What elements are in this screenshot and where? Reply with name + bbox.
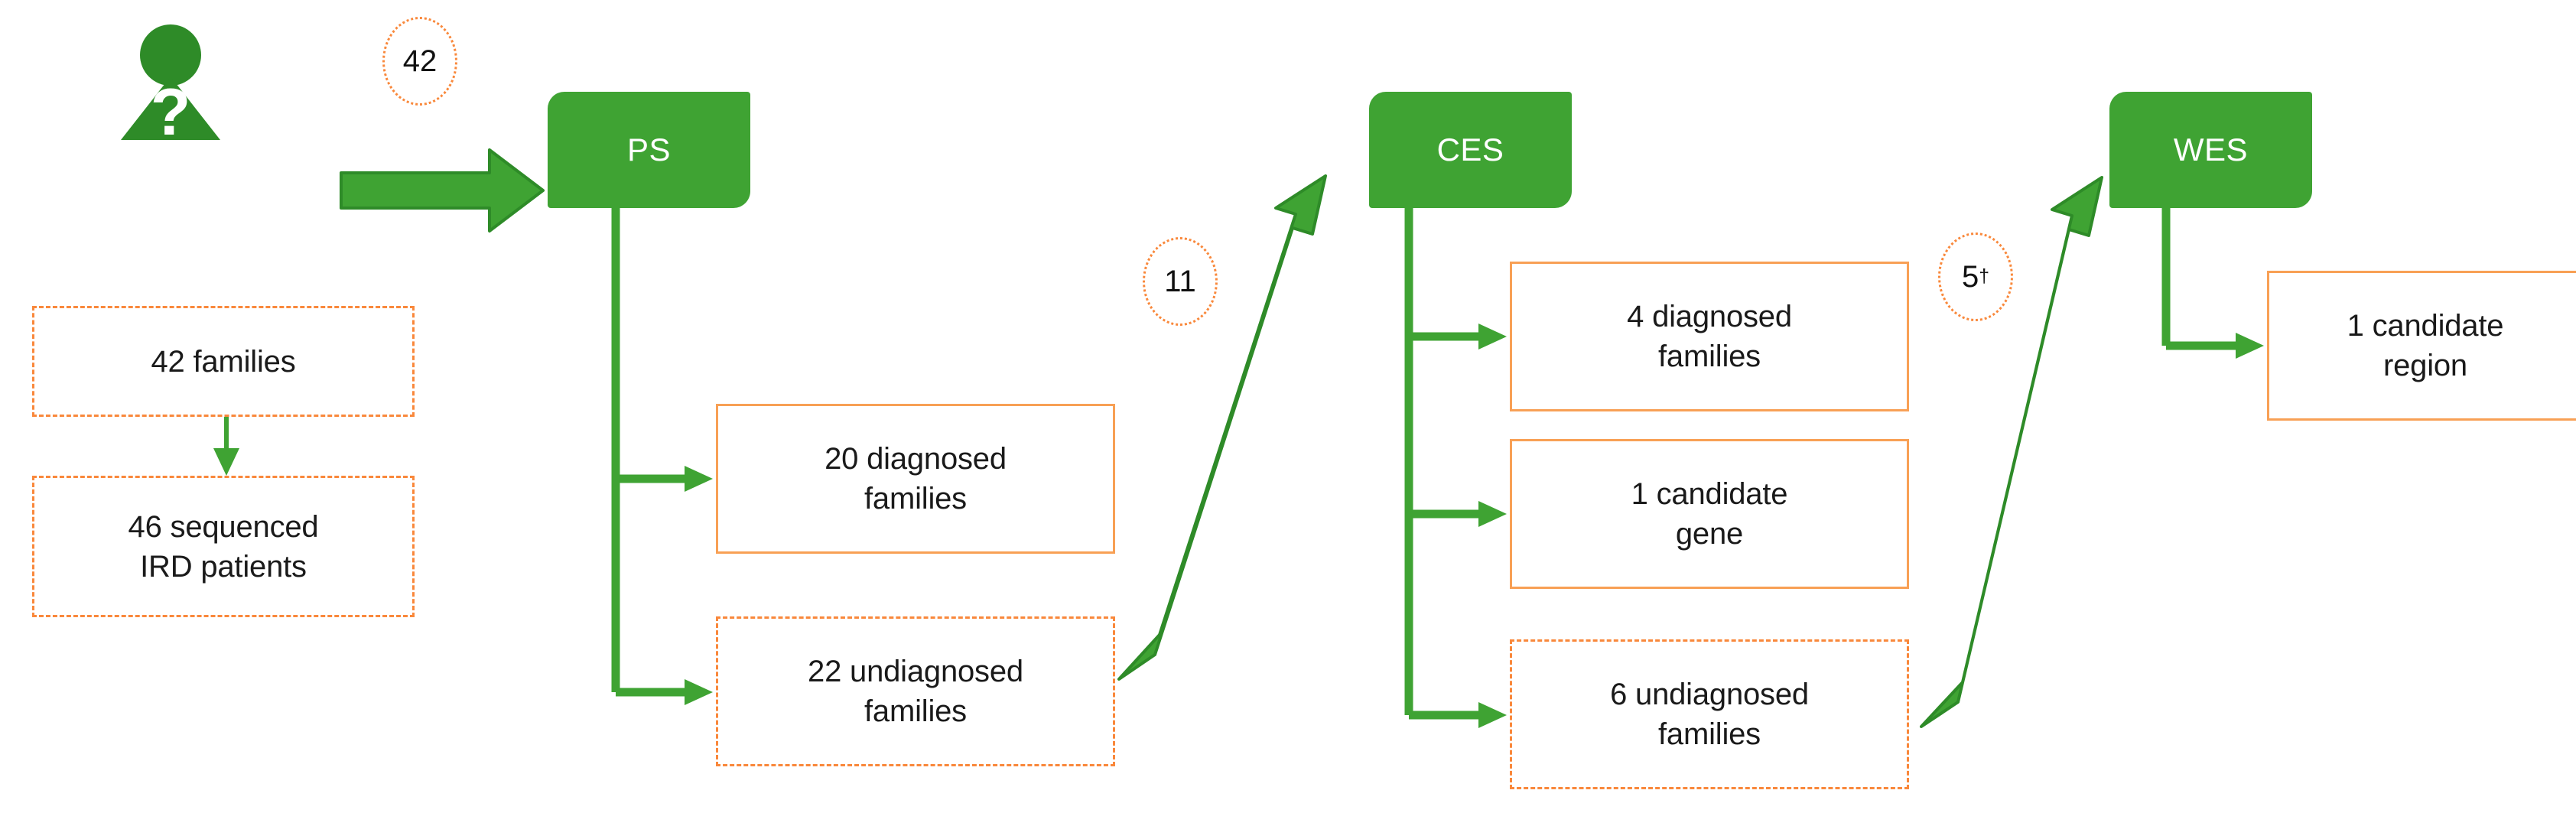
- outcome-box-ps-diagnosed: 20 diagnosed families: [716, 404, 1115, 554]
- outcome-box-ces-candidate-gene: 1 candidate gene: [1510, 439, 1909, 589]
- connector-ces-branches: [1404, 208, 1507, 728]
- outcome-wes-candidate-region-label: 1 candidate region: [2347, 309, 2504, 382]
- outcome-box-ps-undiagnosed: 22 undiagnosed families: [716, 616, 1115, 766]
- connector-start-to-ps: [340, 148, 545, 233]
- outcome-box-ces-diagnosed: 4 diagnosed families: [1510, 262, 1909, 411]
- outcome-ps-undiagnosed-label: 22 undiagnosed families: [808, 655, 1023, 728]
- outcome-ces-undiagnosed-label: 6 undiagnosed families: [1610, 678, 1809, 751]
- cohort-box-patients: 46 sequenced IRD patients: [32, 476, 415, 617]
- stage-node-ps[interactable]: PS: [548, 92, 750, 208]
- count-badge-to-wes: 5 †: [1938, 233, 2013, 321]
- outcome-box-wes-candidate-region: 1 candidate region: [2267, 271, 2576, 421]
- stage-node-ps-label: PS: [626, 132, 672, 167]
- outcome-ces-diagnosed-label: 4 diagnosed families: [1627, 300, 1792, 373]
- count-badge-to-wes-value: 5: [1961, 259, 1979, 294]
- count-badge-to-ps-value: 42: [402, 44, 437, 78]
- cohort-patients-label: 46 sequenced IRD patients: [128, 509, 319, 584]
- outcome-ces-candidate-gene-label: 1 candidate gene: [1631, 477, 1788, 551]
- connector-ps-to-ces: [1117, 174, 1327, 681]
- connector-wes-branches: [2161, 208, 2264, 359]
- cohort-box-families: 42 families: [32, 306, 415, 417]
- flowchart-canvas: ? 42 11 5 † 42 families 46 sequenced IRD …: [0, 0, 2576, 813]
- unknown-patient-icon: ?: [106, 21, 236, 149]
- stage-node-ces[interactable]: CES: [1369, 92, 1572, 208]
- connector-ps-branches: [611, 207, 713, 705]
- outcome-ps-diagnosed-label: 20 diagnosed families: [825, 442, 1007, 515]
- stage-node-wes[interactable]: WES: [2109, 92, 2312, 208]
- count-badge-to-ces: 11: [1143, 237, 1218, 326]
- question-mark-glyph: ?: [151, 76, 191, 144]
- cohort-families-label: 42 families: [151, 344, 296, 379]
- count-badge-to-ces-value: 11: [1164, 264, 1196, 298]
- outcome-box-ces-undiagnosed: 6 undiagnosed families: [1510, 639, 1909, 789]
- count-badge-to-ps: 42: [382, 17, 457, 106]
- stage-node-wes-label: WES: [2173, 132, 2249, 167]
- connector-cohort-down: [213, 417, 239, 476]
- stage-node-ces-label: CES: [1436, 132, 1504, 167]
